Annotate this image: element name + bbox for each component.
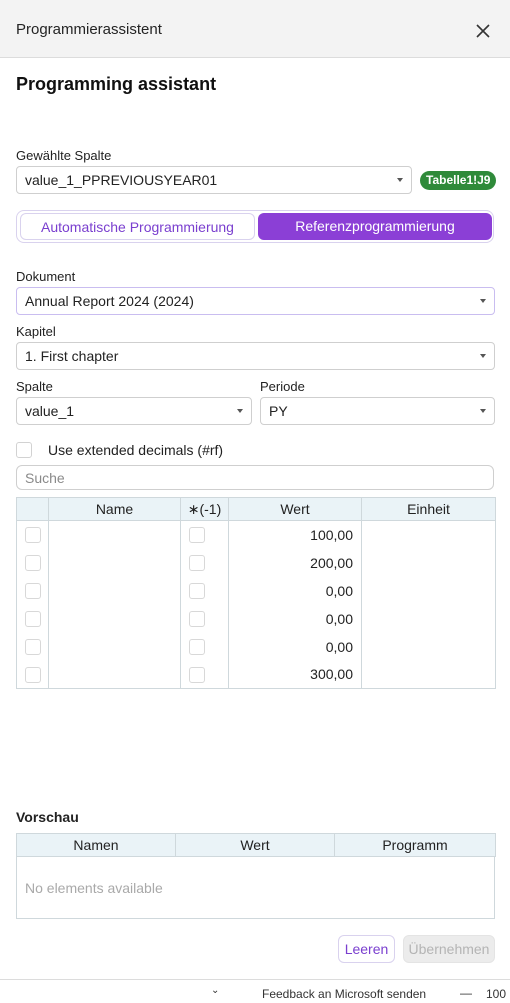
table-row[interactable]: 200,00 [16,548,496,577]
preview-header-row: Namen Wert Programm [16,833,496,857]
caret-down-icon [397,178,403,182]
title-bar: Programmierassistent [0,0,510,58]
row-select-checkbox[interactable] [25,554,41,571]
period-label: Periode [260,379,305,394]
close-icon[interactable] [472,20,494,42]
table-header-select [16,497,49,521]
chapter-select[interactable]: 1. First chapter [16,342,495,370]
tab-automatic-programming[interactable]: Automatische Programmierung [20,213,255,240]
preview-header-value: Wert [175,833,335,857]
caret-down-icon [480,299,486,303]
extended-decimals-label: Use extended decimals (#rf) [48,442,224,458]
table-header-unit: Einheit [361,497,496,521]
table-row[interactable]: 100,00 [16,520,496,549]
column-label: Spalte [16,379,53,394]
period-select[interactable]: PY [260,397,495,425]
row-value: 0,00 [228,604,362,633]
preview-header-names: Namen [16,833,176,857]
row-unit [361,604,496,633]
cell-reference-badge: Tabelle1!J9 [420,171,497,190]
row-name [48,632,181,661]
row-select-checkbox[interactable] [25,666,41,683]
row-select-checkbox[interactable] [25,582,41,599]
row-unit [361,576,496,605]
row-value: 0,00 [228,576,362,605]
row-select-checkbox[interactable] [25,638,41,655]
chapter-value: 1. First chapter [25,348,119,364]
table-header-row: Name ∗(-1) Wert Einheit [16,497,496,521]
zoom-out-icon[interactable]: — [460,986,472,1000]
search-input[interactable] [16,465,494,490]
caret-down-icon [480,354,486,358]
row-negate-checkbox[interactable] [189,582,205,599]
zoom-level: 100 % [486,987,507,1003]
row-unit [361,660,496,689]
row-negate-checkbox[interactable] [189,554,205,571]
tab-reference-programming[interactable]: Referenzprogrammierung [258,213,492,240]
row-negate-checkbox[interactable] [189,638,205,655]
row-unit [361,548,496,577]
document-select[interactable]: Annual Report 2024 (2024) [16,287,495,315]
row-value: 0,00 [228,632,362,661]
preview-header-program: Programm [334,833,496,857]
column-select-value: value_1 [25,403,75,419]
table-row[interactable]: 0,00 [16,632,496,661]
document-value: Annual Report 2024 (2024) [25,293,194,309]
column-select[interactable]: value_1 [16,397,252,425]
chapter-label: Kapitel [16,324,56,339]
reference-table: Name ∗(-1) Wert Einheit 100,00 200,00 0,… [16,497,496,689]
row-negate-checkbox[interactable] [189,666,205,683]
table-row[interactable]: 0,00 [16,604,496,633]
preview-title: Vorschau [16,809,79,825]
selected-column-label: Gewählte Spalte [16,148,112,163]
document-label: Dokument [16,269,76,284]
feedback-link[interactable]: Feedback an Microsoft senden [262,987,426,1001]
row-select-checkbox[interactable] [25,527,41,543]
row-select-checkbox[interactable] [25,610,41,627]
period-value: PY [269,403,288,419]
status-bar: ⌄ Feedback an Microsoft senden — 100 % [0,979,510,1003]
clear-button[interactable]: Leeren [338,935,395,963]
preview-empty-state: No elements available [16,857,495,919]
row-value: 100,00 [228,520,362,549]
preview-table: Namen Wert Programm [16,833,496,857]
row-value: 200,00 [228,548,362,577]
window-title: Programmierassistent [16,21,162,38]
table-row[interactable]: 300,00 [16,660,496,689]
row-name [48,576,181,605]
row-unit [361,520,496,549]
selected-column-select[interactable]: value_1_PPREVIOUSYEAR01 [16,166,412,194]
table-header-value: Wert [228,497,362,521]
row-negate-checkbox[interactable] [189,610,205,627]
mode-toggle: Automatische Programmierung Referenzprog… [16,210,494,243]
apply-button: Übernehmen [403,935,495,963]
extended-decimals-checkbox[interactable] [16,442,32,458]
caret-down-icon [480,409,486,413]
row-name [48,520,181,549]
row-value: 300,00 [228,660,362,689]
table-header-negate: ∗(-1) [180,497,229,521]
row-name [48,548,181,577]
chevron-down-icon[interactable]: ⌄ [211,985,219,996]
table-row[interactable]: 0,00 [16,576,496,605]
row-unit [361,632,496,661]
page-title: Programming assistant [16,74,217,94]
table-header-name: Name [48,497,181,521]
selected-column-value: value_1_PPREVIOUSYEAR01 [25,172,218,188]
row-name [48,660,181,689]
row-name [48,604,181,633]
caret-down-icon [237,409,243,413]
row-negate-checkbox[interactable] [189,527,205,543]
